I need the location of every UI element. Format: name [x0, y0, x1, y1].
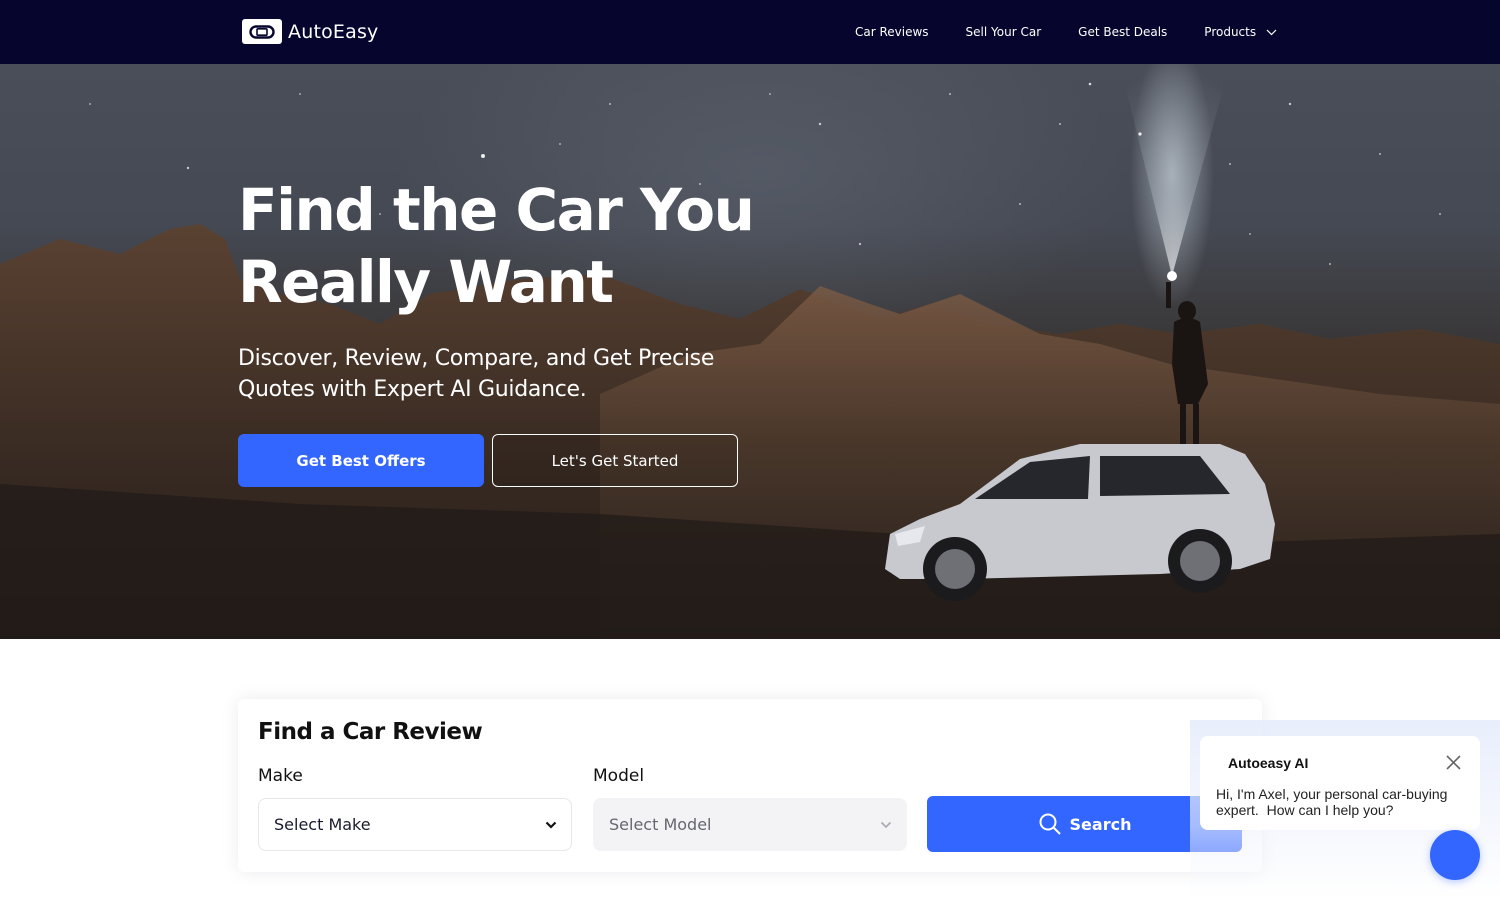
nav-link-products-label: Products [1204, 25, 1257, 39]
hero-title-line-2: Really Want [238, 248, 614, 316]
brand-name: AutoEasy [288, 20, 379, 43]
get-best-offers-button[interactable]: Get Best Offers [238, 434, 484, 487]
nav-links: Car Reviews Sell Your Car Get Best Deals… [855, 0, 1277, 64]
nav-link-sell-your-car[interactable]: Sell Your Car [966, 25, 1042, 39]
find-car-review-card: Find a Car Review Make Select Make Model… [238, 699, 1262, 872]
make-select[interactable]: Select Make [258, 798, 572, 851]
nav-link-get-best-deals[interactable]: Get Best Deals [1078, 25, 1167, 39]
hero-title-line-1: Find the Car You [238, 176, 755, 244]
model-label: Model [593, 766, 645, 786]
chat-bubble: Autoeasy AI Hi, I'm Axel, your personal … [1200, 736, 1480, 830]
hero-section: Find the Car You Really Want Discover, R… [0, 64, 1500, 639]
chat-launcher-button[interactable] [1430, 830, 1480, 880]
card-title: Find a Car Review [258, 719, 483, 745]
top-navbar: AutoEasy Car Reviews Sell Your Car Get B… [0, 0, 1500, 64]
chevron-down-icon [545, 821, 557, 829]
nav-link-car-reviews[interactable]: Car Reviews [855, 25, 929, 39]
chevron-down-icon [1266, 29, 1277, 35]
chevron-down-icon [880, 821, 892, 828]
chat-message: Hi, I'm Axel, your personal car-buying e… [1216, 786, 1452, 818]
model-select[interactable]: Select Model [593, 798, 907, 851]
car-logo-icon [242, 19, 282, 44]
make-select-value: Select Make [274, 815, 371, 834]
nav-link-products[interactable]: Products [1204, 25, 1277, 39]
hero-title: Find the Car You Really Want [238, 174, 798, 318]
model-select-value: Select Model [609, 815, 712, 834]
close-icon[interactable] [1446, 755, 1461, 770]
chat-title: Autoeasy AI [1228, 755, 1309, 771]
brand-logo[interactable]: AutoEasy [242, 19, 379, 44]
make-label: Make [258, 766, 303, 786]
lets-get-started-button[interactable]: Let's Get Started [492, 434, 738, 487]
search-button-label: Search [1069, 814, 1132, 834]
hero-subtitle: Discover, Review, Compare, and Get Preci… [238, 346, 715, 402]
search-icon [1039, 813, 1061, 835]
